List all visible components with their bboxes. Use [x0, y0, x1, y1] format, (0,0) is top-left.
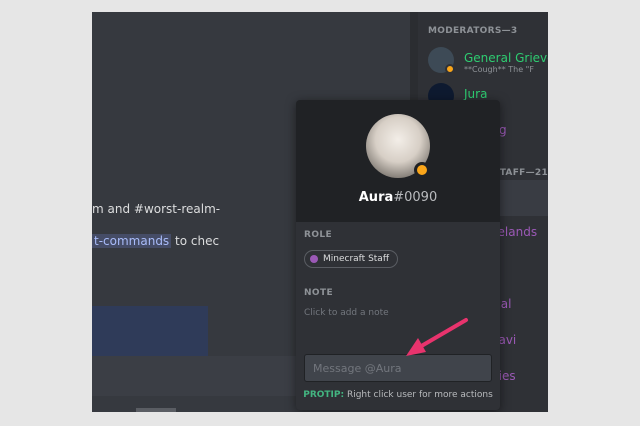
chat-message-line: t-commands to chec — [92, 234, 219, 248]
protip-label: PROTIP: — [303, 390, 345, 400]
username: Aura — [358, 190, 394, 205]
pink-arrow-icon — [406, 318, 468, 356]
member-name: Jura — [464, 87, 488, 101]
role-color-dot-icon — [310, 255, 318, 263]
horizontal-scrollbar[interactable] — [136, 408, 176, 412]
embed-preview — [92, 306, 208, 356]
chat-message-line: m and #worst-realm- — [92, 202, 220, 216]
note-field[interactable]: Click to add a note — [304, 308, 389, 318]
popout-header: Aura#0090 — [296, 100, 500, 222]
role-name: Minecraft Staff — [323, 254, 390, 264]
channel-mention-link[interactable]: t-commands — [92, 234, 172, 248]
role-badge[interactable]: Minecraft Staff — [304, 250, 399, 268]
protip-message: Right click user for more actions — [344, 390, 493, 400]
protip-text: PROTIP: Right click user for more action… — [296, 390, 500, 400]
discord-window: m and #worst-realm- t-commands to chec M… — [92, 12, 548, 412]
popout-username: Aura#0090 — [296, 190, 500, 205]
member-activity: **Cough** The "F — [464, 65, 534, 74]
idle-status-icon — [414, 162, 430, 178]
discriminator: #0090 — [393, 190, 438, 205]
note-label: NOTE — [304, 288, 334, 298]
status-indicator-icon — [445, 64, 455, 74]
user-profile-popout: Aura#0090 ROLE Minecraft Staff NOTE Clic… — [296, 100, 500, 410]
chat-text: to chec — [171, 234, 220, 248]
role-label: ROLE — [304, 230, 333, 240]
chat-text: m and #worst-realm- — [92, 202, 221, 216]
member-name: General Grievous — [464, 51, 548, 65]
category-moderators: MODERATORS—3 — [428, 26, 518, 36]
member-list-item[interactable]: General Grievous**Cough** The "F — [418, 42, 548, 78]
